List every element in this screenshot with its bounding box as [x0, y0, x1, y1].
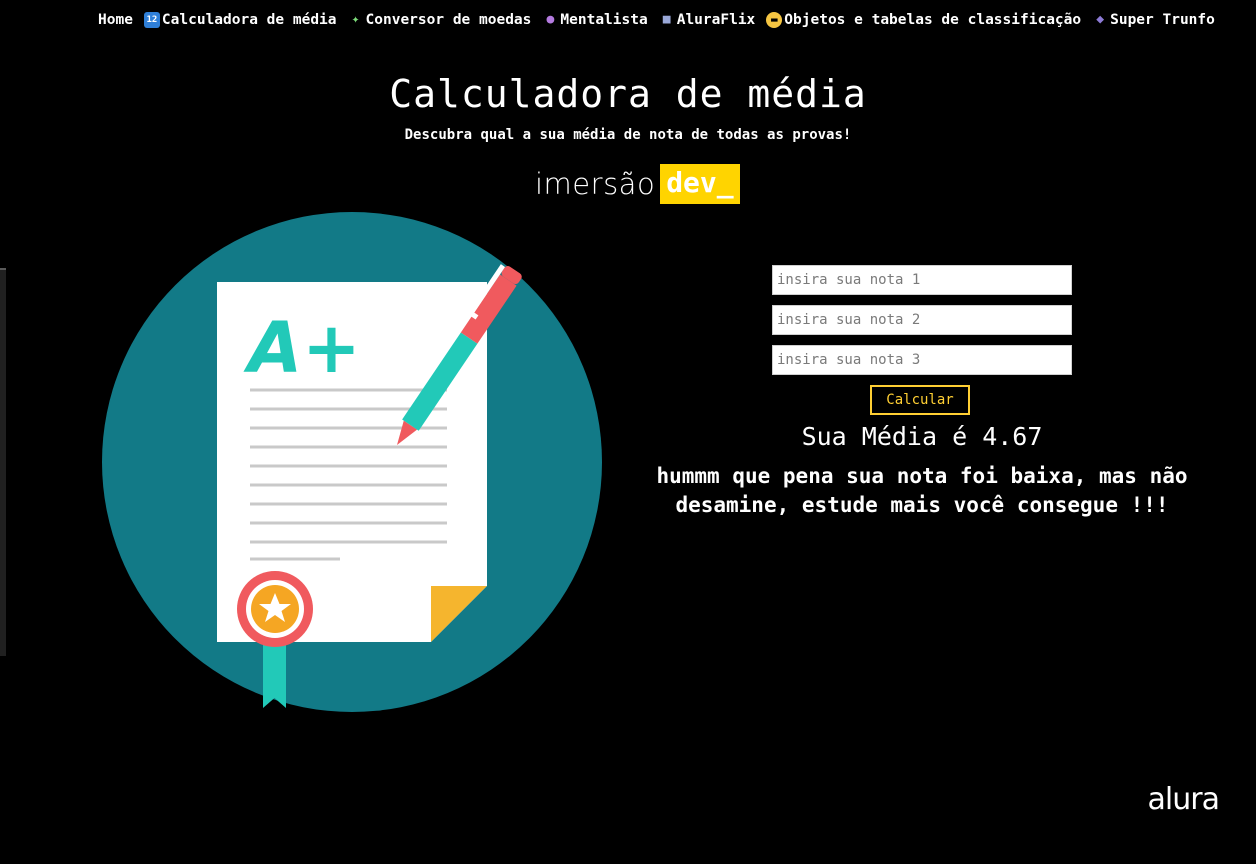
flying-money-icon: ✦ — [351, 12, 360, 27]
numbers-icon: 12 — [143, 12, 160, 28]
page: Home 12 Calculadora de média ✦ Conversor… — [0, 0, 1256, 864]
imersao-dev-logo: imersão dev_ — [535, 164, 740, 204]
nav-conversor-label: Conversor de moedas — [365, 12, 532, 28]
nav-calculadora-link[interactable]: 12 Calculadora de média — [143, 12, 337, 28]
top-navigation: Home 12 Calculadora de média ✦ Conversor… — [98, 12, 1236, 28]
result-message: hummm que pena sua nota foi baixa, mas n… — [656, 464, 1188, 517]
sunglasses-face-icon: ▬ — [766, 12, 783, 28]
game-controller-icon: ◆ — [1096, 12, 1105, 27]
movie-camera-icon: ■ — [662, 12, 671, 27]
nav-home-label: Home — [98, 12, 133, 28]
brand-word: imersão — [535, 167, 656, 201]
grade-2-input[interactable] — [772, 305, 1072, 335]
grade-a-plus-text: A+ — [243, 307, 361, 389]
nav-objetos-link[interactable]: ▬ Objetos e tabelas de classificação — [766, 12, 1081, 28]
nav-aluraflix-link[interactable]: ■ AluraFlix — [659, 12, 756, 28]
page-title: Calculadora de média — [389, 72, 867, 116]
average-result: Sua Média é 4.67 — [801, 422, 1043, 451]
nav-mentalista-link[interactable]: ● Mentalista — [542, 12, 647, 28]
nav-home-link[interactable]: Home — [98, 12, 133, 28]
nav-aluraflix-label: AluraFlix — [676, 12, 756, 28]
nav-supertrunfo-label: Super Trunfo — [1110, 12, 1215, 28]
nav-mentalista-label: Mentalista — [560, 12, 648, 28]
crystal-ball-icon: ● — [546, 12, 555, 27]
alura-logo: alura — [1147, 782, 1220, 817]
grades-form: Calcular — [772, 265, 1072, 415]
grade-3-input[interactable] — [772, 345, 1072, 375]
page-subtitle: Descubra qual a sua média de nota de tod… — [404, 127, 852, 143]
graded-paper-illustration: A+ — [102, 212, 602, 712]
brand-badge: dev_ — [660, 164, 740, 204]
nav-objetos-label: Objetos e tabelas de classificação — [784, 12, 1082, 28]
nav-conversor-link[interactable]: ✦ Conversor de moedas — [348, 12, 532, 28]
grade-1-input[interactable] — [772, 265, 1072, 295]
window-edge — [0, 268, 6, 656]
calculate-button[interactable]: Calcular — [870, 385, 970, 415]
nav-supertrunfo-link[interactable]: ◆ Super Trunfo — [1092, 12, 1215, 28]
nav-calculadora-label: Calculadora de média — [161, 12, 337, 28]
